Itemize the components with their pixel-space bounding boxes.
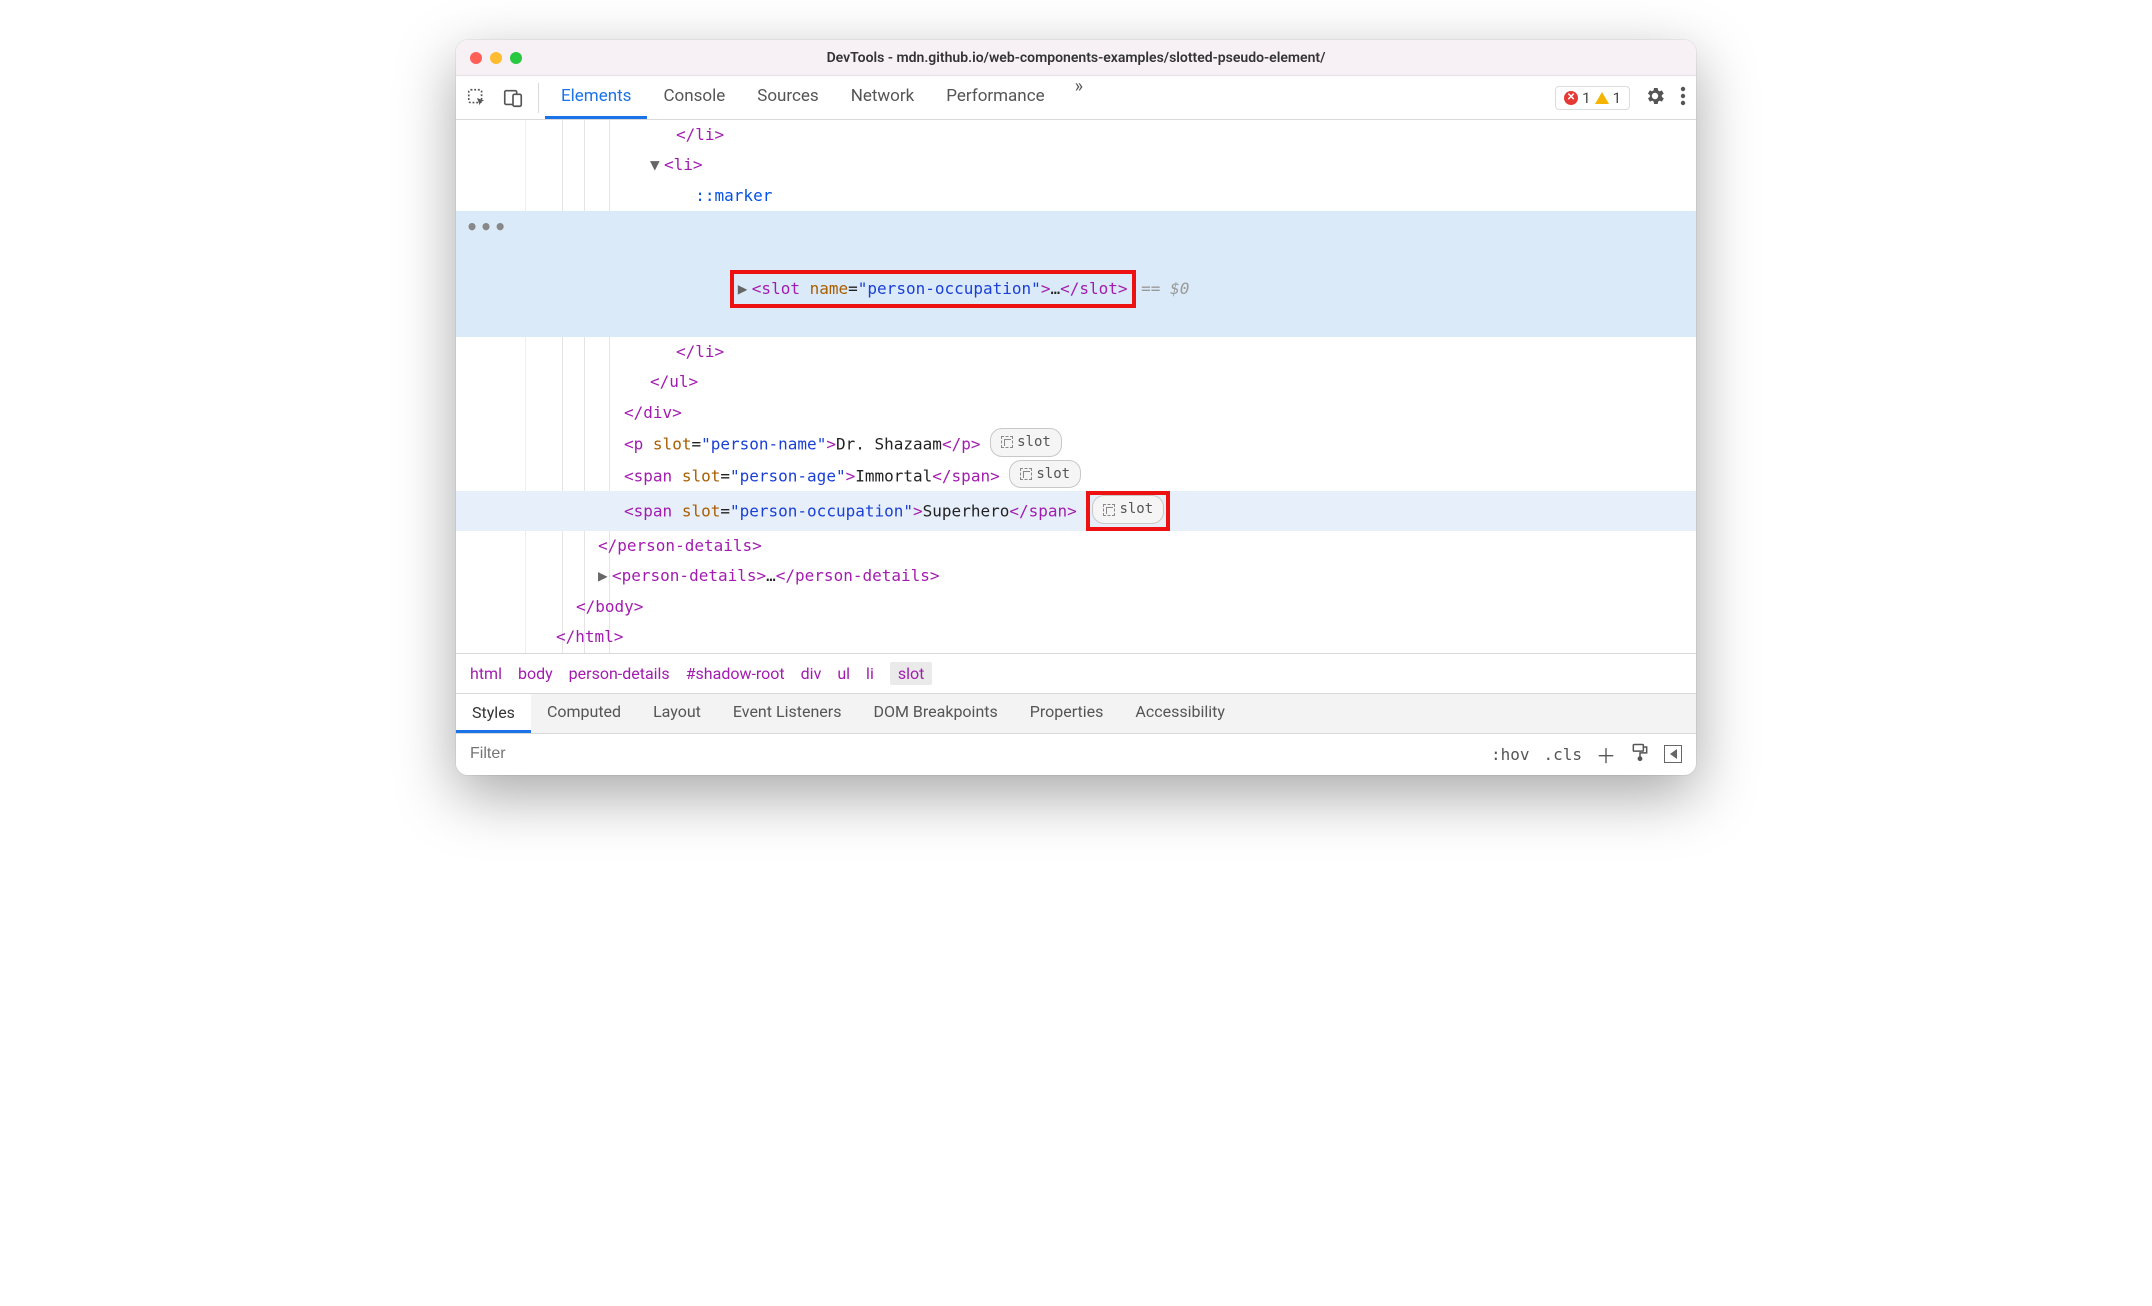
collapse-arrow-icon[interactable]: ▼	[650, 150, 664, 180]
dom-line-close-body[interactable]: </body>	[456, 592, 1696, 622]
expand-arrow-icon[interactable]: ▶	[738, 274, 752, 304]
panel-tabs: Elements Console Sources Network Perform…	[545, 76, 1097, 119]
collapse-sidebar-icon[interactable]	[1664, 745, 1682, 763]
cls-toggle[interactable]: .cls	[1543, 745, 1582, 764]
warning-count: 1	[1613, 89, 1621, 107]
slot-reveal-badge[interactable]: slot	[1009, 460, 1081, 489]
styles-subtabs: Styles Computed Layout Event Listeners D…	[456, 693, 1696, 733]
dom-line-span-age[interactable]: <span slot="person-age">Immortal</span> …	[456, 460, 1696, 492]
slot-icon	[1103, 504, 1115, 516]
subtab-accessibility[interactable]: Accessibility	[1119, 694, 1241, 733]
dom-line-span-occupation[interactable]: <span slot="person-occupation">Superhero…	[456, 491, 1696, 531]
crumb-person-details[interactable]: person-details	[569, 664, 670, 683]
highlight-box-slot: ▶<slot name="person-occupation">…</slot>	[730, 270, 1136, 308]
minimize-window-button[interactable]	[490, 52, 502, 64]
crumb-div[interactable]: div	[801, 664, 822, 683]
paint-icon[interactable]	[1630, 742, 1650, 766]
error-count: 1	[1582, 89, 1590, 107]
crumb-slot[interactable]: slot	[890, 662, 933, 685]
crumb-body[interactable]: body	[518, 664, 553, 683]
device-toggle-icon[interactable]	[502, 87, 524, 109]
dom-line-close-div[interactable]: </div>	[456, 398, 1696, 428]
tab-elements[interactable]: Elements	[545, 76, 647, 119]
tab-sources[interactable]: Sources	[741, 76, 834, 119]
subtab-event-listeners[interactable]: Event Listeners	[717, 694, 858, 733]
inspect-icon[interactable]	[466, 87, 488, 109]
dom-line-close-ul[interactable]: </ul>	[456, 367, 1696, 397]
slot-icon	[1001, 436, 1013, 448]
dom-line-person2[interactable]: ▶<person-details>…</person-details>	[456, 561, 1696, 591]
dom-line-close-html[interactable]: </html>	[456, 622, 1696, 652]
slot-reveal-badge[interactable]: slot	[1092, 495, 1164, 524]
dom-line-close-person[interactable]: </person-details>	[456, 531, 1696, 561]
more-menu-icon[interactable]	[1680, 85, 1686, 111]
subtab-styles[interactable]: Styles	[456, 694, 531, 733]
settings-icon[interactable]	[1644, 85, 1666, 111]
breadcrumb: html body person-details #shadow-root di…	[456, 653, 1696, 693]
titlebar: DevTools - mdn.github.io/web-components-…	[456, 40, 1696, 76]
subtab-computed[interactable]: Computed	[531, 694, 637, 733]
highlight-box-badge: slot	[1086, 491, 1170, 531]
dom-line-close-li2[interactable]: </li>	[456, 337, 1696, 367]
hov-toggle[interactable]: :hov	[1491, 745, 1530, 764]
dom-line-p-name[interactable]: <p slot="person-name">Dr. Shazaam</p> sl…	[456, 428, 1696, 460]
tab-network[interactable]: Network	[835, 76, 931, 119]
filter-input[interactable]	[456, 734, 1477, 775]
crumb-ul[interactable]: ul	[837, 664, 850, 683]
subtab-layout[interactable]: Layout	[637, 694, 717, 733]
error-icon: ✕	[1564, 91, 1578, 105]
close-window-button[interactable]	[470, 52, 482, 64]
dom-line-open-li[interactable]: ▼<li>	[456, 150, 1696, 180]
dom-line-close-li[interactable]: </li>	[456, 120, 1696, 150]
devtools-window: DevTools - mdn.github.io/web-components-…	[456, 40, 1696, 775]
breakpoint-gutter-icon[interactable]: •••	[466, 217, 508, 237]
subtab-dom-breakpoints[interactable]: DOM Breakpoints	[857, 694, 1013, 733]
maximize-window-button[interactable]	[510, 52, 522, 64]
tab-console[interactable]: Console	[647, 76, 741, 119]
crumb-html[interactable]: html	[470, 664, 502, 683]
crumb-shadow-root[interactable]: #shadow-root	[686, 664, 785, 683]
window-title: DevTools - mdn.github.io/web-components-…	[456, 50, 1696, 66]
warning-icon	[1595, 92, 1609, 104]
subtab-properties[interactable]: Properties	[1014, 694, 1120, 733]
more-tabs-icon[interactable]: »	[1061, 76, 1097, 119]
dom-line-slot-selected[interactable]: ••• ▶<slot name="person-occupation">…</s…	[456, 211, 1696, 337]
dom-tree[interactable]: </li> ▼<li> ::marker ••• ▶<slot name="pe…	[456, 120, 1696, 653]
slot-reveal-badge[interactable]: slot	[990, 428, 1062, 457]
main-toolbar: Elements Console Sources Network Perform…	[456, 76, 1696, 120]
expand-arrow-icon[interactable]: ▶	[598, 561, 612, 591]
crumb-li[interactable]: li	[866, 664, 874, 683]
window-controls	[470, 52, 522, 64]
dom-line-marker[interactable]: ::marker	[456, 181, 1696, 211]
slot-icon	[1020, 468, 1032, 480]
styles-filter-bar: :hov .cls ＋	[456, 733, 1696, 775]
new-style-rule-icon[interactable]: ＋	[1596, 740, 1616, 769]
status-counts[interactable]: ✕ 1 1	[1555, 86, 1630, 110]
tab-performance[interactable]: Performance	[930, 76, 1060, 119]
